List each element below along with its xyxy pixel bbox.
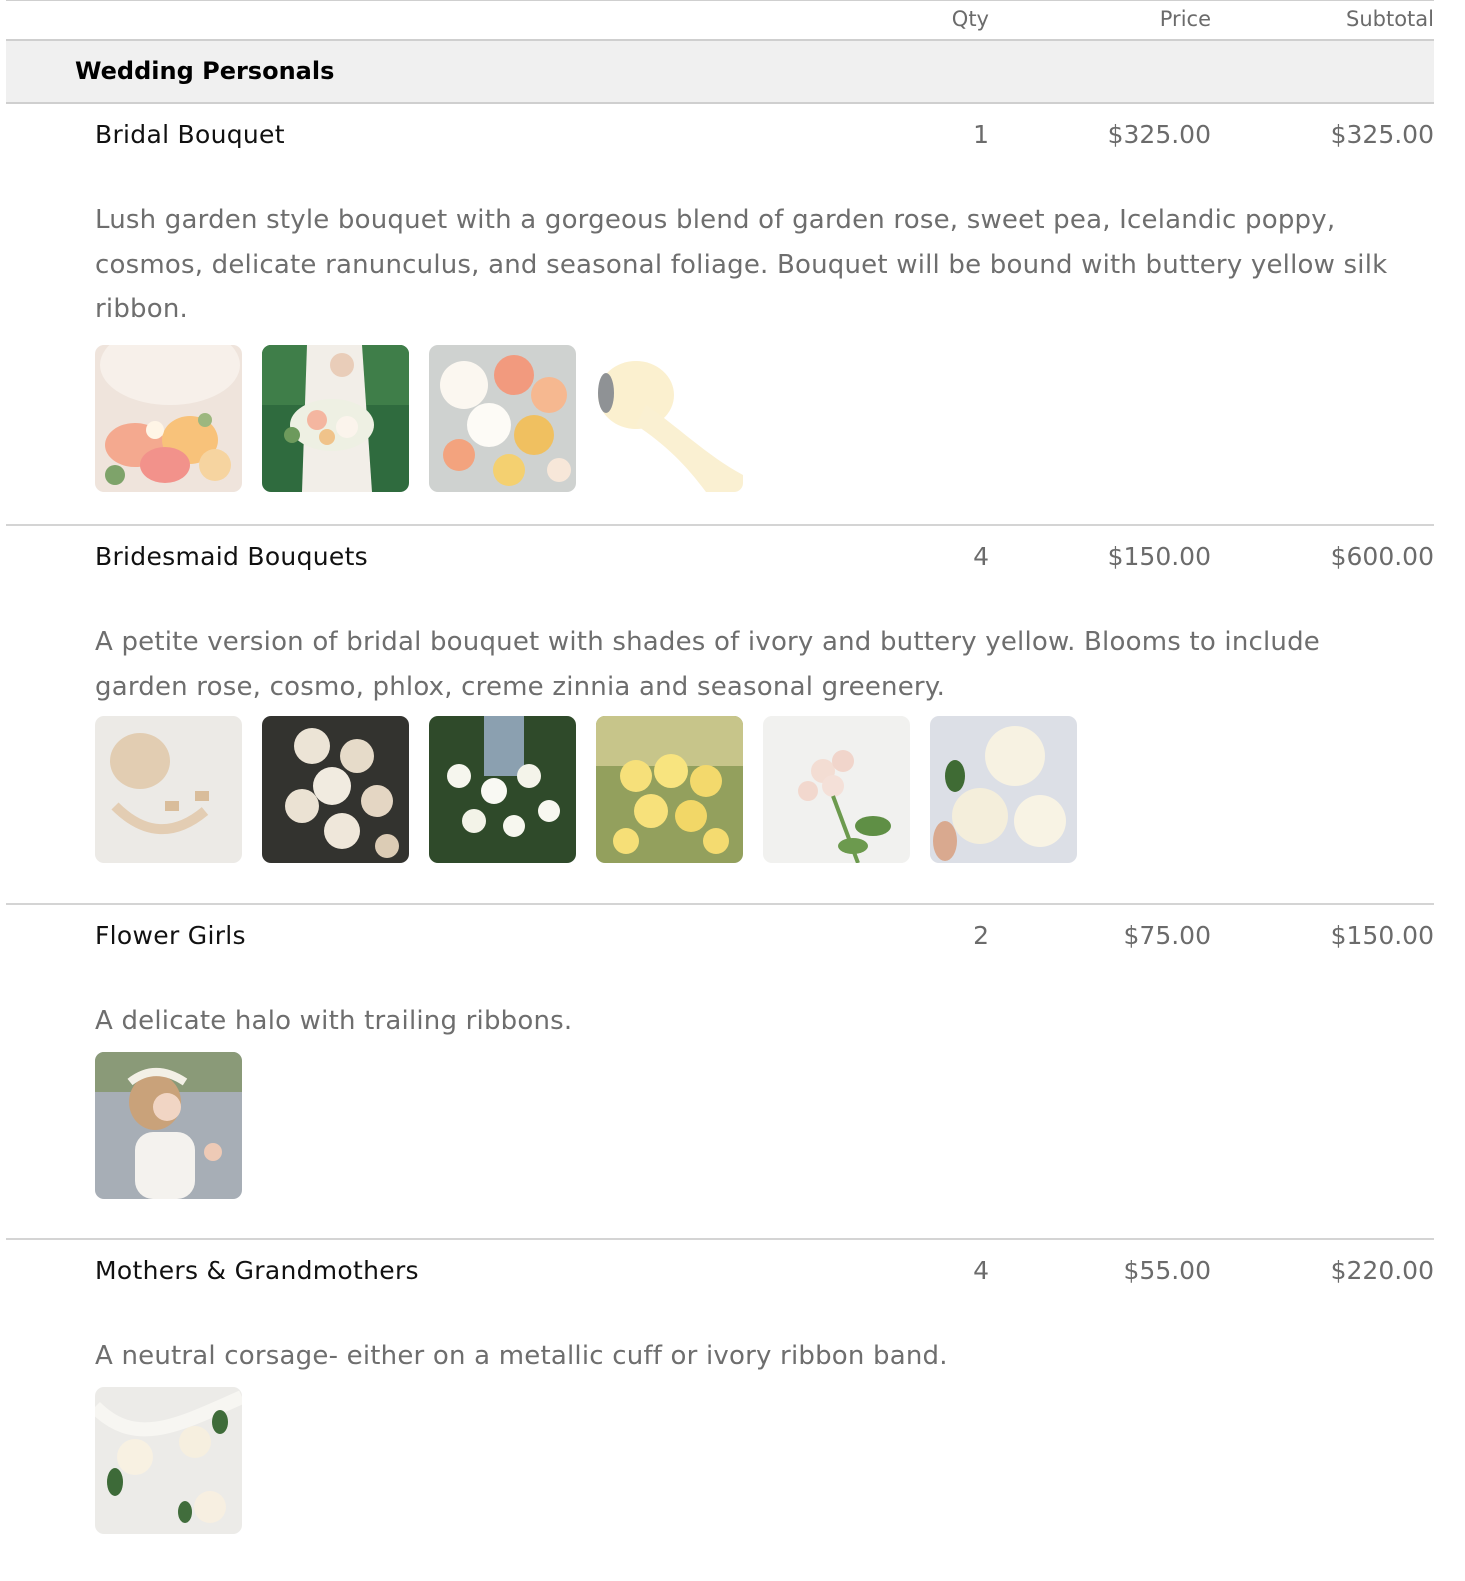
item-price: $150.00	[1107, 542, 1211, 571]
line-item-header: Bridal Bouquet 1 $325.00 $325.00	[6, 104, 1434, 170]
item-qty: 4	[973, 1256, 989, 1285]
line-item-header: Mothers & Grandmothers 4 $55.00 $220.00	[6, 1240, 1434, 1306]
phlox-photo[interactable]	[763, 716, 910, 863]
line-item-flower-girls: Flower Girls 2 $75.00 $150.00 A delicate…	[6, 905, 1434, 1240]
bride-garden-bouquet-photo[interactable]	[262, 344, 409, 492]
item-name: Mothers & Grandmothers	[95, 1256, 419, 1285]
item-description: A delicate halo with trailing ribbons.	[95, 1006, 573, 1036]
item-subtotal: $150.00	[1330, 921, 1434, 950]
item-qty: 4	[973, 542, 989, 571]
line-item-header: Flower Girls 2 $75.00 $150.00	[6, 905, 1434, 971]
item-image-gallery	[95, 1386, 1434, 1534]
item-subtotal: $220.00	[1330, 1256, 1434, 1285]
item-description: Lush garden style bouquet with a gorgeou…	[95, 205, 1388, 324]
item-image-gallery	[95, 344, 1434, 492]
price-header: Price	[1159, 7, 1211, 31]
item-name: Flower Girls	[95, 921, 246, 950]
item-name: Bridal Bouquet	[95, 120, 285, 149]
subtotal-header: Subtotal	[1346, 7, 1434, 31]
section-header: Wedding Personals	[6, 41, 1434, 104]
peach-rose-bouquet-photo[interactable]	[429, 344, 576, 492]
item-description: A petite version of bridal bouquet with …	[95, 627, 1320, 702]
flower-girl-halo-photo[interactable]	[95, 1051, 242, 1199]
ivory-roses-photo[interactable]	[262, 716, 409, 863]
line-item-bridal-bouquet: Bridal Bouquet 1 $325.00 $325.00 Lush ga…	[6, 104, 1434, 526]
qty-header: Qty	[951, 7, 989, 31]
item-subtotal: $600.00	[1330, 542, 1434, 571]
item-qty: 1	[973, 120, 989, 149]
ivory-garden-rose-photo[interactable]	[930, 716, 1077, 863]
line-item-header: Bridesmaid Bouquets 4 $150.00 $600.00	[6, 526, 1434, 592]
item-qty: 2	[973, 921, 989, 950]
yellow-silk-ribbon-photo[interactable]	[596, 344, 743, 492]
yellow-zinnia-photo[interactable]	[596, 716, 743, 863]
item-image-gallery	[95, 1051, 1434, 1199]
section-title: Wedding Personals	[75, 57, 335, 85]
ivory-ribbon-photo[interactable]	[95, 716, 242, 863]
bride-bouquet-peach-photo[interactable]	[95, 344, 242, 492]
item-price: $75.00	[1123, 921, 1211, 950]
item-description: A neutral corsage- either on a metallic …	[95, 1341, 948, 1371]
line-item-mothers-grandmothers: Mothers & Grandmothers 4 $55.00 $220.00 …	[6, 1240, 1434, 1540]
item-price: $325.00	[1107, 120, 1211, 149]
item-subtotal: $325.00	[1330, 120, 1434, 149]
item-name: Bridesmaid Bouquets	[95, 542, 368, 571]
ivory-corsage-photo[interactable]	[95, 1386, 242, 1534]
item-price: $55.00	[1123, 1256, 1211, 1285]
column-header-row: Qty Price Subtotal	[6, 0, 1434, 41]
item-image-gallery	[95, 716, 1434, 863]
line-item-bridesmaid-bouquets: Bridesmaid Bouquets 4 $150.00 $600.00 A …	[6, 526, 1434, 905]
proposal-table: Qty Price Subtotal Wedding Personals Bri…	[6, 0, 1434, 1540]
white-cosmos-photo[interactable]	[429, 716, 576, 863]
